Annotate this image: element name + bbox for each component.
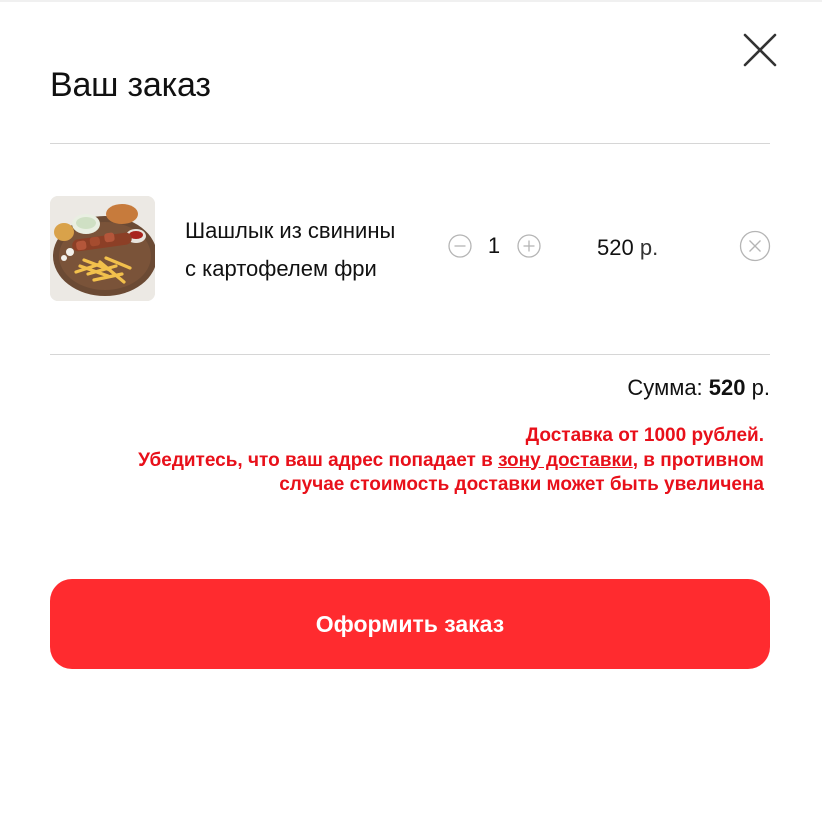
order-total-value: 520 <box>708 375 746 400</box>
order-total-label: Сумма: <box>627 375 703 400</box>
delivery-zone-link[interactable]: зону доставки <box>498 450 633 471</box>
minus-circle-icon <box>448 234 472 258</box>
item-name: Шашлык из свинины с картофелем фри <box>185 212 445 288</box>
item-price-currency: р. <box>639 235 659 260</box>
item-name-line2: с картофелем фри <box>185 256 377 281</box>
notice-line-2-end: , в противном <box>632 449 764 471</box>
notice-line-1: Доставка от 1000 рублей. <box>525 425 764 446</box>
item-price: 520 р. <box>597 235 658 261</box>
checkout-button[interactable]: Оформить заказ <box>50 579 770 669</box>
item-price-value: 520 <box>597 235 634 260</box>
order-total: Сумма: 520 р. <box>627 375 770 401</box>
remove-circle-icon <box>739 230 771 262</box>
increase-quantity-button[interactable] <box>517 234 541 258</box>
decrease-quantity-button[interactable] <box>448 234 472 258</box>
order-total-currency: р. <box>751 375 770 400</box>
notice-line-2: Убедитесь, что ваш адрес попадает в зону… <box>44 449 764 474</box>
plus-circle-icon <box>517 234 541 258</box>
divider-top <box>50 143 770 144</box>
notice-line-2-start: Убедитесь, что ваш адрес попадает в <box>138 449 499 471</box>
close-icon <box>743 33 777 67</box>
divider-bottom <box>50 354 770 355</box>
close-button[interactable] <box>738 30 782 74</box>
top-border <box>0 0 822 2</box>
quantity-value: 1 <box>487 233 501 258</box>
item-name-line1: Шашлык из свинины <box>185 218 396 243</box>
notice-line-3: случае стоимость доставки может быть уве… <box>279 474 764 495</box>
modal-title: Ваш заказ <box>50 66 211 104</box>
item-image <box>50 196 155 301</box>
delivery-notice: Доставка от 1000 рублей. Убедитесь, что … <box>44 424 764 498</box>
remove-item-button[interactable] <box>739 230 771 262</box>
